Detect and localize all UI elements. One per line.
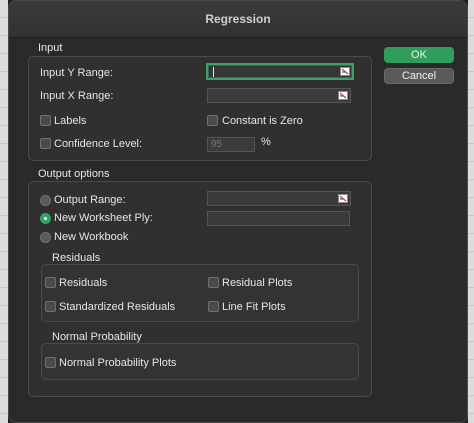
standardized-residuals-checkbox[interactable] [45,301,56,312]
output-group: Output Range: New Worksheet Ply: New Wor… [28,181,372,397]
normal-probability-plots-label: Normal Probability Plots [59,357,177,369]
line-fit-plots-checkbox[interactable] [208,301,219,312]
percent-label: % [261,136,271,148]
residuals-section-label: Residuals [52,252,101,264]
line-fit-plots-label: Line Fit Plots [222,301,286,313]
residuals-label: Residuals [59,277,108,289]
dialog-title: Regression [205,12,271,26]
input-section-label: Input [38,42,63,54]
confidence-level-checkbox[interactable] [40,138,51,149]
input-group: Input Y Range: Input X Range: Labels Con… [28,56,372,161]
new-workbook-label: New Workbook [54,231,129,243]
residual-plots-checkbox[interactable] [208,277,219,288]
range-picker-icon[interactable] [338,91,348,100]
range-picker-icon[interactable] [338,194,348,203]
constant-zero-label: Constant is Zero [222,115,303,127]
text-caret [213,67,214,77]
confidence-level-label: Confidence Level: [54,138,143,150]
labels-checkbox[interactable] [40,115,51,126]
normal-probability-group: Normal Probability Plots [41,343,359,380]
normal-probability-section-label: Normal Probability [52,331,142,343]
range-picker-icon[interactable] [340,67,350,76]
input-x-range-label: Input X Range: [40,90,114,102]
cancel-button[interactable]: Cancel [384,68,454,84]
output-range-label: Output Range: [54,194,126,206]
output-range-field[interactable] [207,191,351,206]
residual-plots-label: Residual Plots [222,277,293,289]
standardized-residuals-label: Standardized Residuals [59,301,176,313]
output-section-label: Output options [38,168,110,180]
dialog-titlebar[interactable]: Regression [9,1,467,38]
regression-dialog: Regression OK Cancel Input Input Y Range… [8,0,468,423]
background-sheet-left [0,0,8,423]
new-worksheet-ply-label: New Worksheet Ply: [54,212,153,224]
confidence-level-value: 95 [211,139,223,150]
residuals-group: Residuals Residual Plots Standardized Re… [41,264,359,322]
labels-label: Labels [54,115,87,127]
background-sheet-right [468,0,474,423]
new-workbook-radio[interactable] [40,232,51,243]
input-x-range-field[interactable] [207,88,351,103]
new-worksheet-ply-field[interactable] [207,211,350,226]
input-y-range-field[interactable] [206,63,354,80]
output-range-radio[interactable] [40,195,51,206]
normal-probability-plots-checkbox[interactable] [45,357,56,368]
confidence-level-field[interactable]: 95 [207,137,255,152]
new-worksheet-ply-radio[interactable] [40,213,51,224]
input-y-range-label: Input Y Range: [40,67,113,79]
ok-button[interactable]: OK [384,47,454,63]
residuals-checkbox[interactable] [45,277,56,288]
constant-zero-checkbox[interactable] [207,115,218,126]
